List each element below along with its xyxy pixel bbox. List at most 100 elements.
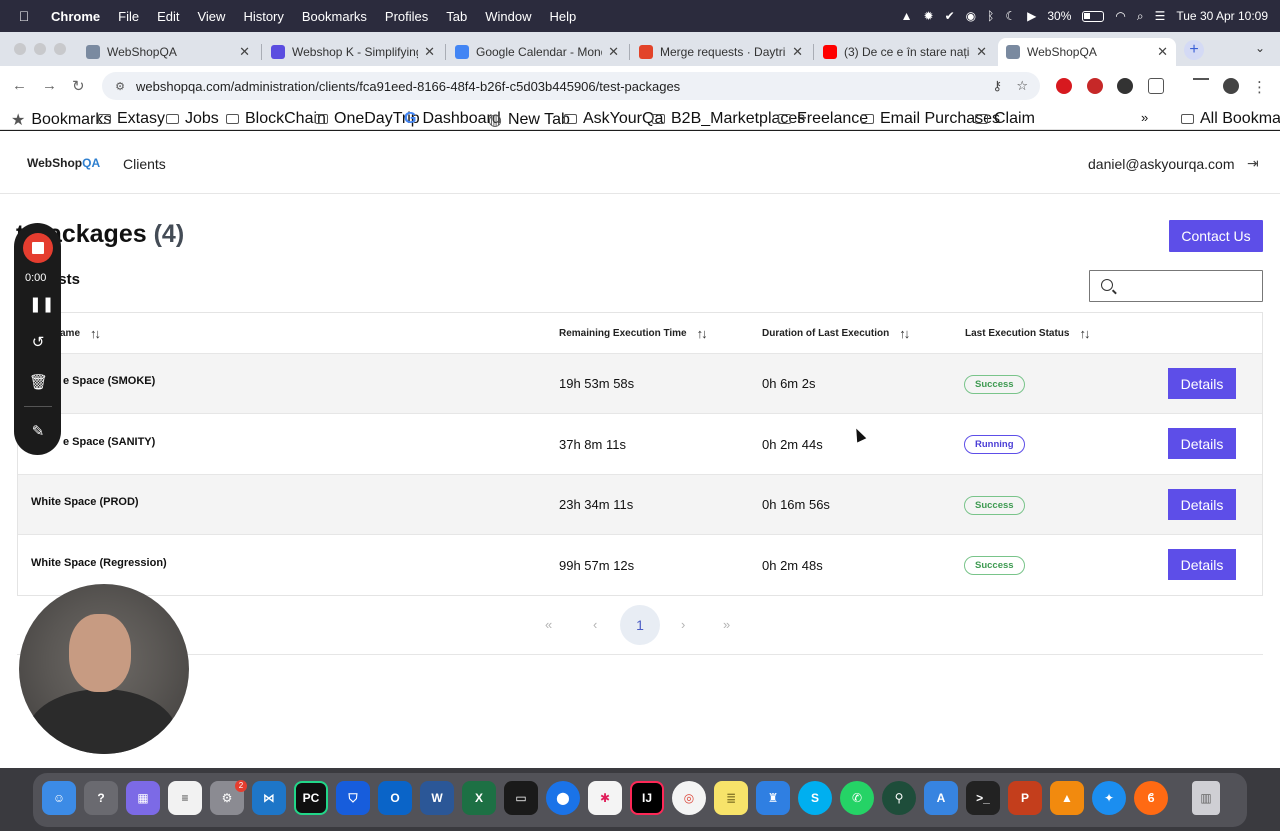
current-page-button[interactable]: 1 [620,605,660,645]
browser-tab[interactable]: Webshop K - Simplifying / ✕ [263,38,443,66]
apple-icon[interactable]:  [14,8,34,24]
help-icon[interactable]: ? [84,781,118,815]
menu-window[interactable]: Window [485,9,531,24]
menu-file[interactable]: File [118,9,139,24]
firefox-icon[interactable]: ϐ [1134,781,1168,815]
vlc-icon[interactable]: ▲ [1050,781,1084,815]
menu-help[interactable]: Help [550,9,577,24]
play-status-icon[interactable]: ▶ [1027,9,1036,23]
details-button[interactable]: Details [1168,549,1236,580]
restart-icon[interactable]: ↺ [29,333,47,351]
column-header-name[interactable]: ame ↑↓ [60,326,101,341]
bookmark-star-icon[interactable]: ☆ [1016,78,1028,94]
menu-app-name[interactable]: Chrome [51,9,100,24]
menu-view[interactable]: View [197,9,225,24]
moon-icon[interactable]: ☾ [1005,9,1016,23]
wifi-icon[interactable]: ◠ [1115,9,1125,23]
details-button[interactable]: Details [1168,368,1236,399]
next-page-button[interactable]: › [681,617,685,632]
zoom-window-button[interactable] [54,43,66,55]
stop-recording-button[interactable] [23,233,53,263]
gitkraken-icon[interactable]: ⚲ [882,781,916,815]
bookmark-folder[interactable]: Jobs [166,110,219,128]
bitwarden-icon[interactable]: ⛉ [336,781,370,815]
vscode-icon[interactable]: ⋈ [252,781,286,815]
gamepad-icon[interactable]: ♜ [756,781,790,815]
key-icon[interactable]: ⚷ [992,78,1002,94]
hat-extension-icon[interactable] [1117,78,1133,94]
finder-icon[interactable]: ☺ [42,781,76,815]
menubar-clock[interactable]: Tue 30 Apr 10:09 [1176,9,1268,23]
browser-tab-active[interactable]: WebShopQA ✕ [998,38,1176,66]
launchpad-icon[interactable]: ▦ [126,781,160,815]
bookmark-folder[interactable]: Extasy [98,110,165,128]
check-status-icon[interactable]: ✔ [945,9,955,23]
back-arrow-icon[interactable]: ← [12,77,27,94]
bookmark-item[interactable]: ◍ New Tab [488,110,570,130]
bookmark-item[interactable]: G Dashboard [404,110,501,128]
trash-icon[interactable]: ▥ [1192,781,1220,815]
sort-icon[interactable]: ↑↓ [90,326,101,341]
menu-profiles[interactable]: Profiles [385,9,428,24]
excel-icon[interactable]: X [462,781,496,815]
webcam-bubble[interactable] [19,584,189,754]
whatsapp-icon[interactable]: ✆ [840,781,874,815]
profile-avatar[interactable] [1223,78,1239,94]
opera-extension-icon[interactable] [1056,78,1072,94]
search-input[interactable] [1089,270,1263,302]
pause-icon[interactable]: ❚❚ [29,295,54,313]
nav-clients-link[interactable]: Clients [123,156,166,172]
address-bar[interactable]: ⚙ webshopqa.com/administration/clients/f… [102,72,1040,100]
details-button[interactable]: Details [1168,428,1236,459]
close-icon[interactable]: ✕ [1157,44,1168,60]
first-page-button[interactable]: « [545,617,552,632]
bluetooth-icon[interactable]: ᛒ [987,9,994,23]
outlook-icon[interactable]: O [378,781,412,815]
more-menu-icon[interactable]: ⋮ [1252,78,1267,96]
minimize-window-button[interactable] [34,43,46,55]
menu-edit[interactable]: Edit [157,9,179,24]
pencil-icon[interactable]: ✎ [29,422,47,440]
appstore-icon[interactable]: A [924,781,958,815]
safari-icon[interactable]: ✦ [1092,781,1126,815]
terminal-exec-icon[interactable]: ▭ [504,781,538,815]
browser-tab[interactable]: (3) De ce e în stare nația? ✕ [815,38,995,66]
skype-icon[interactable]: S [798,781,832,815]
menu-tab[interactable]: Tab [446,9,467,24]
webshopqa-logo[interactable]: WebShopQA [27,156,100,170]
vlc-status-icon[interactable]: ▲ [901,9,913,23]
close-window-button[interactable] [14,43,26,55]
new-tab-button[interactable]: + [1184,40,1204,60]
word-icon[interactable]: W [420,781,454,815]
last-page-button[interactable]: » [723,617,730,632]
terminal-icon[interactable]: >_ [966,781,1000,815]
bookmark-folder[interactable]: Freelance [778,110,868,128]
close-icon[interactable]: ✕ [976,44,987,60]
bookmark-folder[interactable]: AskYourQa [564,110,663,128]
control-center-icon[interactable]: ☰ [1155,9,1166,23]
column-header-duration[interactable]: Duration of Last Execution ↑↓ [762,326,910,341]
browser-tab[interactable]: Google Calendar - Monda ✕ [447,38,627,66]
chrome-icon[interactable]: ◎ [672,781,706,815]
reload-icon[interactable]: ↻ [72,77,85,95]
bookmarks-overflow-button[interactable]: » [1141,110,1148,125]
bookmark-item[interactable]: ★ Bookmarks [11,110,111,130]
sort-icon[interactable]: ↑↓ [899,326,910,341]
forward-arrow-icon[interactable]: → [42,77,57,94]
tab-search-chevron-icon[interactable]: ⌄ [1255,41,1269,55]
spotlight-icon[interactable]: ⌕ [1137,9,1144,24]
intellij-icon[interactable]: IJ [630,781,664,815]
browser-tab[interactable]: Merge requests · Daytrip ✕ [631,38,811,66]
close-icon[interactable]: ✕ [792,44,803,60]
contact-us-button[interactable]: Contact Us [1169,220,1263,252]
site-settings-icon[interactable]: ⚙ [110,80,130,93]
close-icon[interactable]: ✕ [608,44,619,60]
menu-history[interactable]: History [243,9,283,24]
sort-icon[interactable]: ↑↓ [1079,326,1090,341]
details-button[interactable]: Details [1168,489,1236,520]
puzzle-extensions-icon[interactable] [1148,78,1164,94]
reminders-icon[interactable]: ≡ [168,781,202,815]
address-url[interactable]: webshopqa.com/administration/clients/fca… [136,79,680,94]
close-icon[interactable]: ✕ [239,44,250,60]
trash-icon[interactable]: 🗑 [29,373,48,391]
